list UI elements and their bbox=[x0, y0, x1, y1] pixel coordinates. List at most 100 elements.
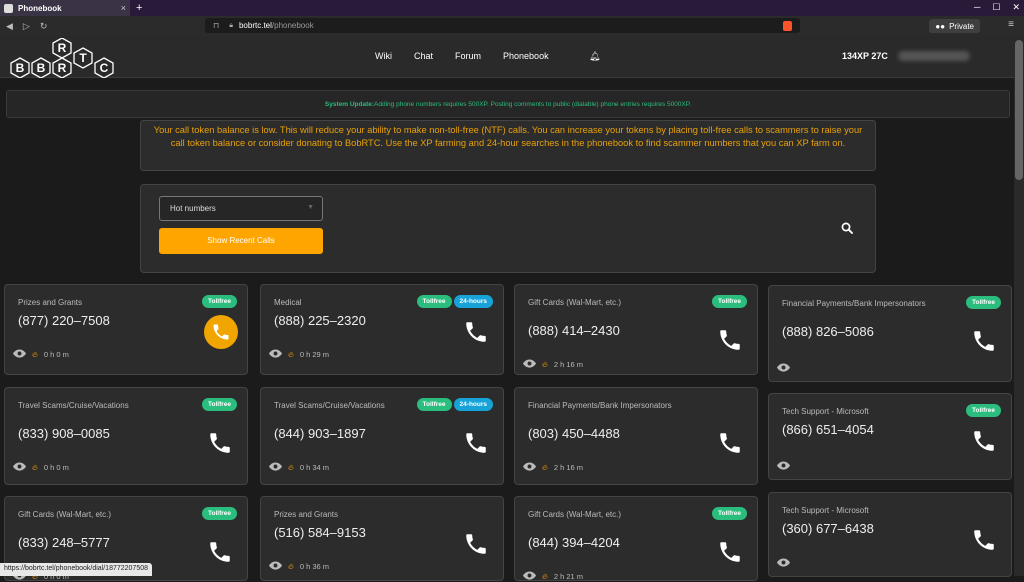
nav-phonebook[interactable]: Phonebook bbox=[503, 51, 549, 61]
views-icon bbox=[523, 359, 536, 370]
tab-close-icon[interactable]: × bbox=[121, 3, 126, 13]
username-blurred[interactable] bbox=[898, 51, 970, 61]
call-phone-icon[interactable] bbox=[971, 527, 997, 553]
svg-text:C: C bbox=[100, 61, 109, 75]
call-phone-icon[interactable] bbox=[207, 430, 233, 456]
call-phone-icon[interactable] bbox=[204, 315, 238, 349]
svg-text:R: R bbox=[58, 61, 67, 75]
call-phone-icon[interactable] bbox=[971, 428, 997, 454]
browser-menu-icon[interactable]: ≡ bbox=[1008, 19, 1014, 30]
card-phone-number[interactable]: (888) 414–2430 bbox=[528, 323, 620, 338]
card-category: Prizes and Grants bbox=[274, 510, 339, 519]
back-icon[interactable]: ◀ bbox=[6, 21, 13, 32]
call-duration: 0 h 36 m bbox=[299, 562, 330, 571]
card-phone-number[interactable]: (833) 908–0085 bbox=[18, 426, 110, 441]
fire-icon: 🔥︎ bbox=[288, 349, 294, 359]
card-phone-number[interactable]: (516) 584–9153 bbox=[274, 525, 366, 540]
card-badges: Tollfree bbox=[966, 296, 1001, 309]
phonebook-card[interactable]: Tech Support - Microsoft (866) 651–4054 … bbox=[768, 393, 1012, 480]
phonebook-card[interactable]: Prizes and Grants (877) 220–7508 Tollfre… bbox=[4, 284, 248, 375]
call-duration: 0 h 0 m bbox=[43, 350, 69, 359]
card-phone-number[interactable]: (844) 903–1897 bbox=[274, 426, 366, 441]
nav-wiki[interactable]: Wiki bbox=[375, 51, 392, 61]
fire-icon: 🔥︎ bbox=[32, 462, 38, 472]
phonebook-card[interactable]: Tech Support - Microsoft (360) 677–6438 bbox=[768, 492, 1012, 577]
fire-icon: 🔥︎ bbox=[288, 462, 294, 472]
phonebook-card[interactable]: Travel Scams/Cruise/Vacations (833) 908–… bbox=[4, 387, 248, 485]
card-stats: 🔥︎ 0 h 29 m bbox=[269, 349, 329, 360]
card-phone-number[interactable]: (888) 826–5086 bbox=[782, 324, 874, 339]
search-icon[interactable] bbox=[841, 222, 853, 234]
views-icon bbox=[777, 461, 790, 472]
nav-forum[interactable]: Forum bbox=[455, 51, 481, 61]
phonebook-card[interactable]: Prizes and Grants (516) 584–9153 🔥︎ 0 h 3… bbox=[260, 496, 504, 581]
bookmark-icon[interactable]: ⊓ bbox=[213, 21, 219, 30]
badge-tollfree: Tollfree bbox=[966, 404, 1001, 417]
svg-text:B: B bbox=[16, 61, 25, 75]
search-panel: Hot numbers ▼ Show Recent Calls bbox=[140, 184, 876, 273]
bobrtc-logo[interactable]: B B R R T C bbox=[10, 38, 114, 78]
forward-icon[interactable]: ▷ bbox=[23, 21, 30, 32]
card-stats: 🔥︎ 2 h 16 m bbox=[523, 359, 583, 370]
call-duration: 0 h 29 m bbox=[299, 350, 330, 359]
fire-icon: 🔥︎ bbox=[288, 561, 294, 571]
card-stats bbox=[777, 461, 790, 472]
card-category: Gift Cards (Wal-Mart, etc.) bbox=[528, 510, 622, 519]
views-icon bbox=[269, 349, 282, 360]
call-phone-icon[interactable] bbox=[717, 430, 743, 456]
browser-tab[interactable]: Phonebook × bbox=[0, 0, 130, 16]
card-phone-number[interactable]: (888) 225–2320 bbox=[274, 313, 366, 328]
private-badge[interactable]: ●● Private bbox=[929, 19, 980, 33]
close-window-icon[interactable]: ✕ bbox=[1012, 2, 1020, 13]
card-badges: Tollfree bbox=[202, 507, 237, 520]
call-phone-icon[interactable] bbox=[463, 319, 489, 345]
phonebook-card[interactable]: Medical (888) 225–2320 Tollfree 24-hours … bbox=[260, 284, 504, 375]
brave-shield-icon[interactable] bbox=[783, 20, 792, 31]
call-phone-icon[interactable] bbox=[717, 327, 743, 353]
minimize-icon[interactable]: ─ bbox=[974, 2, 980, 13]
main-nav: Wiki Chat Forum Phonebook bbox=[375, 51, 549, 61]
number-filter-select[interactable]: Hot numbers ▼ bbox=[159, 196, 323, 221]
svg-text:B: B bbox=[37, 61, 46, 75]
select-value: Hot numbers bbox=[170, 204, 216, 213]
call-phone-icon[interactable] bbox=[463, 531, 489, 557]
call-duration: 0 h 34 m bbox=[299, 463, 330, 472]
card-phone-number[interactable]: (360) 677–6438 bbox=[782, 521, 874, 536]
card-phone-number[interactable]: (844) 394–4204 bbox=[528, 535, 620, 550]
address-bar[interactable]: ⊓ 🔒︎ bobrtc.tel/phonebook bbox=[205, 18, 800, 33]
reload-icon[interactable]: ↻ bbox=[40, 21, 48, 32]
card-phone-number[interactable]: (877) 220–7508 bbox=[18, 313, 110, 328]
scrollbar-thumb[interactable] bbox=[1015, 40, 1023, 180]
browser-tab-bar: Phonebook × + ─ ☐ ✕ bbox=[0, 0, 1024, 16]
phonebook-card[interactable]: Financial Payments/Bank Impersonators (8… bbox=[514, 387, 758, 485]
maximize-icon[interactable]: ☐ bbox=[992, 2, 1000, 13]
lock-icon[interactable]: 🔒︎ bbox=[229, 22, 233, 30]
card-phone-number[interactable]: (833) 248–5777 bbox=[18, 535, 110, 550]
fire-icon: 🔥︎ bbox=[542, 462, 548, 472]
xp-balance: 134XP 27C bbox=[842, 51, 888, 61]
nav-chat[interactable]: Chat bbox=[414, 51, 433, 61]
card-phone-number[interactable]: (803) 450–4488 bbox=[528, 426, 620, 441]
badge-tollfree: Tollfree bbox=[966, 296, 1001, 309]
card-badges: Tollfree 24-hours bbox=[416, 295, 493, 308]
phonebook-card[interactable]: Financial Payments/Bank Impersonators (8… bbox=[768, 285, 1012, 382]
new-tab-button[interactable]: + bbox=[136, 2, 142, 14]
call-phone-icon[interactable] bbox=[207, 539, 233, 565]
card-badges: Tollfree 24-hours bbox=[416, 398, 493, 411]
call-duration: 2 h 21 m bbox=[553, 572, 584, 581]
svg-text:T: T bbox=[79, 51, 87, 65]
url-path: /phonebook bbox=[271, 21, 314, 30]
card-phone-number[interactable]: (866) 651–4054 bbox=[782, 422, 874, 437]
show-recent-calls-button[interactable]: Show Recent Calls bbox=[159, 228, 323, 254]
status-bar-url: https://bobrtc.tel/phonebook/dial/187722… bbox=[0, 563, 153, 576]
system-update-banner: System Update: Adding phone numbers requ… bbox=[6, 90, 1010, 118]
call-phone-icon[interactable] bbox=[463, 430, 489, 456]
notification-bell-icon[interactable]: 🔔︎ bbox=[589, 51, 600, 62]
phonebook-card[interactable]: Gift Cards (Wal-Mart, etc.) (888) 414–24… bbox=[514, 284, 758, 375]
badge-tollfree: Tollfree bbox=[712, 295, 747, 308]
call-phone-icon[interactable] bbox=[717, 539, 743, 565]
fire-icon: 🔥︎ bbox=[542, 571, 548, 581]
phonebook-card[interactable]: Travel Scams/Cruise/Vacations (844) 903–… bbox=[260, 387, 504, 485]
call-phone-icon[interactable] bbox=[971, 328, 997, 354]
phonebook-card[interactable]: Gift Cards (Wal-Mart, etc.) (844) 394–42… bbox=[514, 496, 758, 581]
